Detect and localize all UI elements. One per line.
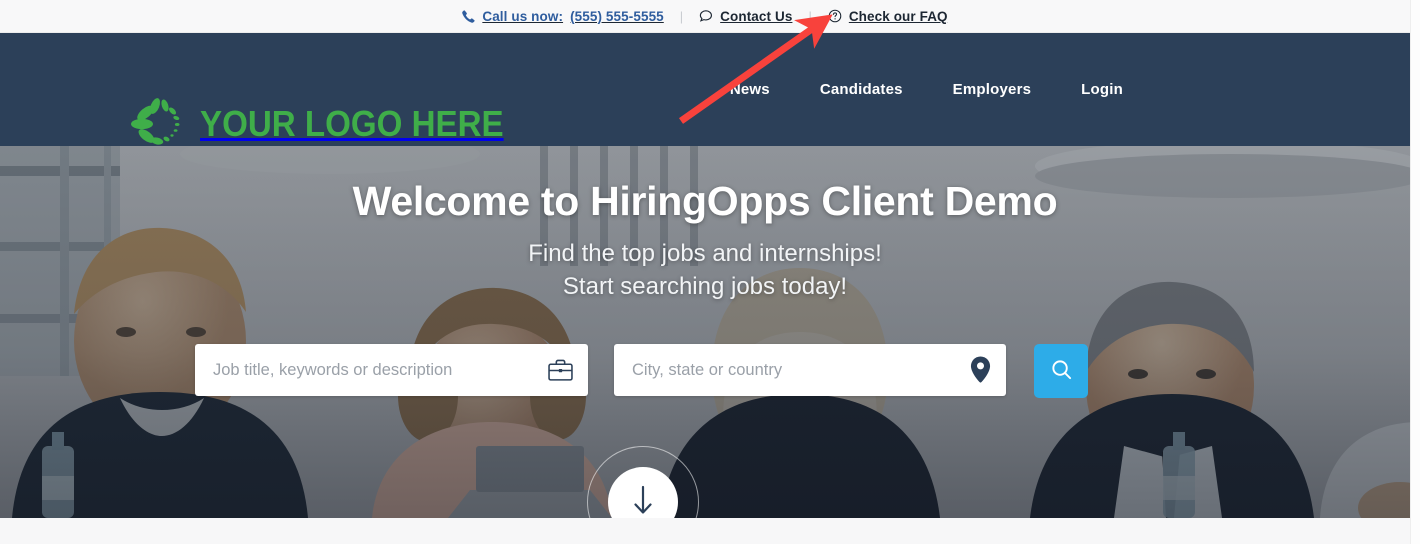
- location-field[interactable]: [614, 344, 1006, 396]
- hero-content: Welcome to HiringOpps Client Demo Find t…: [0, 146, 1410, 518]
- top-utility-items: Call us now: (555) 555-5555 | Contact Us…: [462, 8, 948, 24]
- search-icon: [1050, 358, 1073, 384]
- contact-us-label: Contact Us: [720, 8, 793, 24]
- phone-number: (555) 555-5555: [570, 8, 664, 24]
- phone-label: Call us now:: [482, 8, 564, 24]
- location-input[interactable]: [614, 344, 1006, 396]
- logo-text: YOUR LOGO HERE: [200, 103, 504, 144]
- hero-section: Welcome to HiringOpps Client Demo Find t…: [0, 146, 1410, 518]
- nav-item-login[interactable]: Login: [1056, 81, 1148, 98]
- top-separator-1: |: [679, 8, 684, 24]
- main-navigation: News Candidates Employers Login: [705, 33, 1148, 146]
- search-submit-button[interactable]: [1034, 344, 1088, 398]
- nav-item-news[interactable]: News: [705, 81, 795, 98]
- chat-bubble-icon: [699, 9, 713, 23]
- top-separator-2: |: [808, 8, 812, 24]
- phone-link[interactable]: Call us now: (555) 555-5555: [462, 8, 664, 24]
- hero-subtitle-line-1: Find the top jobs and internships!: [528, 240, 882, 267]
- nav-item-employers[interactable]: Employers: [928, 81, 1057, 98]
- job-keyword-field[interactable]: [195, 344, 588, 396]
- faq-label: Check our FAQ: [848, 8, 948, 24]
- arrow-down-icon: [630, 483, 656, 522]
- job-search-form: [195, 344, 1088, 398]
- phone-icon: [462, 9, 475, 23]
- page-root: Call us now: (555) 555-5555 | Contact Us…: [0, 0, 1420, 544]
- site-header: YOUR LOGO HERE News Candidates Employers…: [0, 33, 1410, 146]
- vertical-scrollbar[interactable]: [1410, 0, 1420, 544]
- contact-us-link[interactable]: Contact Us: [699, 9, 792, 24]
- hero-subtitle-line-2: Start searching jobs today!: [562, 272, 848, 300]
- hero-title: Welcome to HiringOpps Client Demo: [352, 178, 1058, 224]
- top-utility-bar: Call us now: (555) 555-5555 | Contact Us…: [0, 0, 1410, 33]
- job-keyword-input[interactable]: [195, 344, 588, 396]
- page-below-fold: [0, 518, 1410, 544]
- question-circle-icon: [828, 9, 842, 23]
- faq-link[interactable]: Check our FAQ: [828, 9, 948, 24]
- nav-item-candidates[interactable]: Candidates: [795, 81, 928, 98]
